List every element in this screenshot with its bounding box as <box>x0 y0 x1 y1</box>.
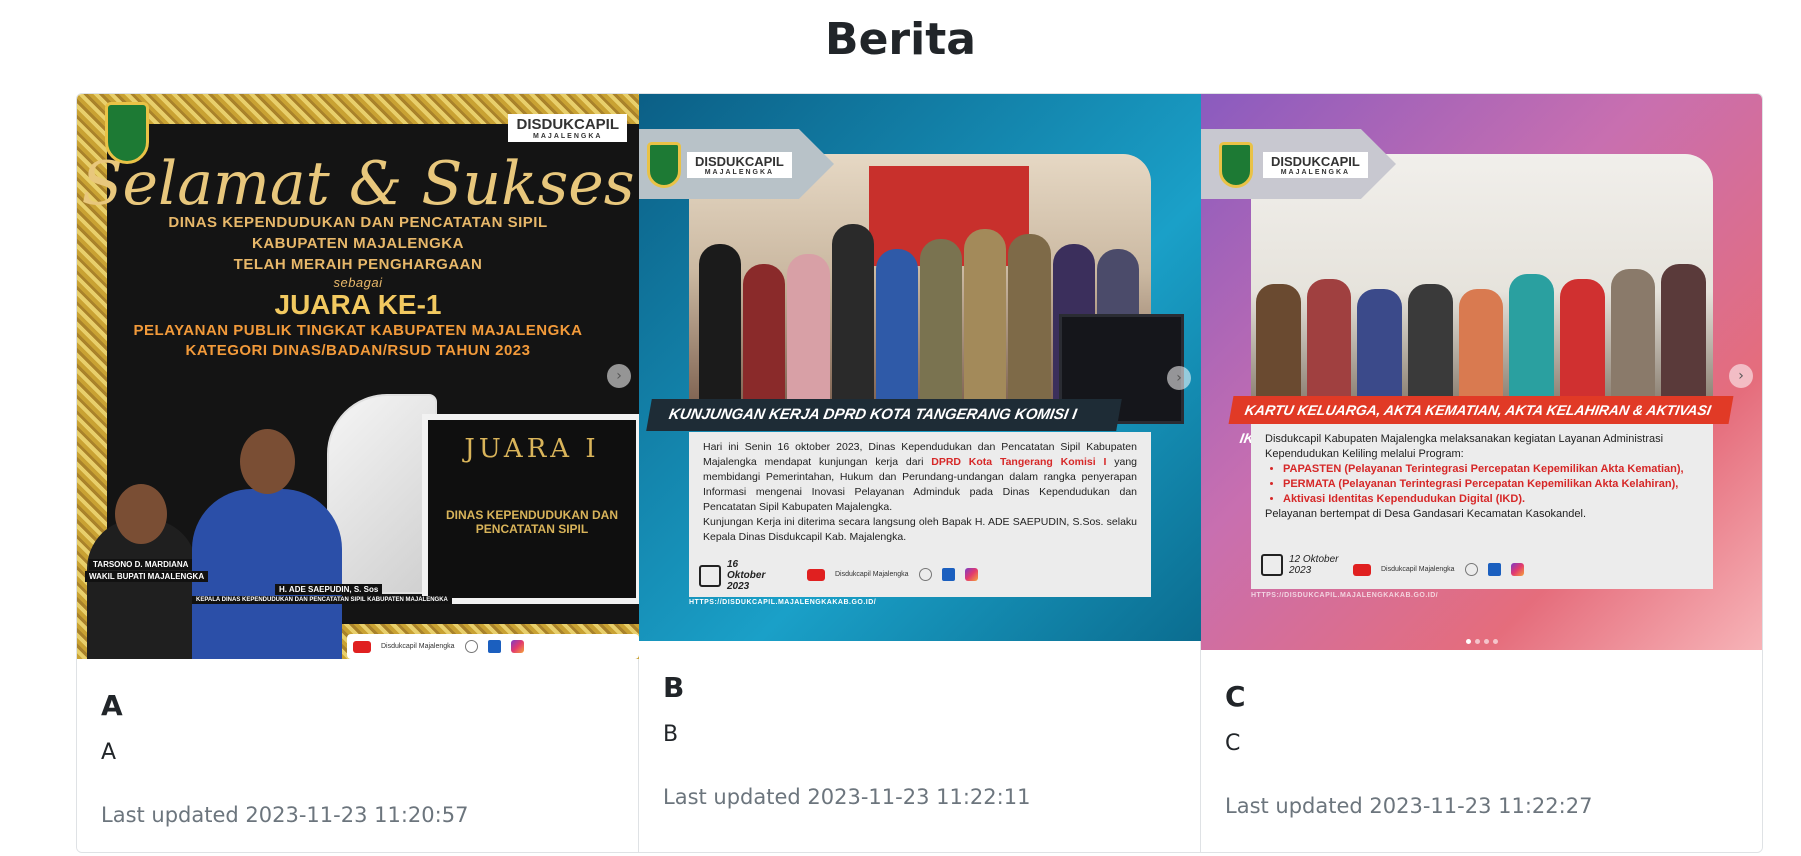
social-links: Disdukcapil Majalengka <box>1353 563 1524 576</box>
social-links: Disdukcapil Majalengka <box>353 640 524 653</box>
facebook-icon <box>941 568 955 581</box>
poster-line: DINAS KEPENDUDUKAN DAN PENCATATAN SIPIL <box>168 214 548 231</box>
program-item: PERMATA (Pelayanan Terintegrasi Percepat… <box>1283 477 1699 492</box>
card-title: B <box>663 671 685 704</box>
card-body: B B Last updated 2023-11-23 11:22:11 <box>639 641 1200 809</box>
plaque-subtitle: DINAS KEPENDUDUKAN DAN PENCATATAN SIPIL <box>445 508 618 536</box>
poster-line: PELAYANAN PUBLIK TINGKAT KABUPATEN MAJAL… <box>133 322 583 339</box>
poster-headline: KUNJUNGAN KERJA DPRD KOTA TANGERANG KOMI… <box>646 399 1122 431</box>
instagram-icon <box>510 640 524 653</box>
person-head <box>240 429 295 494</box>
program-item: PAPASTEN (Pelayanan Terintegrasi Percepa… <box>1283 462 1699 477</box>
trophy-image <box>327 394 437 594</box>
disdukcapil-logo: DISDUKCAPIL MAJALENGKA <box>1263 152 1368 178</box>
poster-footer: 16 Oktober 2023 Disdukcapil Majalengka <box>689 554 1151 594</box>
carousel-indicator[interactable] <box>1484 639 1489 644</box>
news-card-b[interactable]: DISDUKCAPIL MAJALENGKA KUNJUNGAN KERJA DP… <box>639 94 1201 852</box>
poster-headline: KARTU KELUARGA, AKTA KEMATIAN, AKTA KELA… <box>1228 396 1734 446</box>
date-text: 16 Oktober 2023 <box>727 559 766 592</box>
carousel-next-icon[interactable]: › <box>1729 364 1753 388</box>
globe-icon <box>464 640 478 653</box>
program-item: Aktivasi Identitas Kependudukan Digital … <box>1283 492 1699 507</box>
globe-icon <box>918 568 932 581</box>
person <box>87 484 197 659</box>
disdukcapil-logo: DISDUKCAPIL MAJALENGKA <box>687 152 792 178</box>
caption-role: WAKIL BUPATI MAJALENGKA <box>85 571 209 582</box>
plaque-title: JUARA I <box>464 434 600 464</box>
poster-line: TELAH MERAIH PENGHARGAAN <box>233 256 483 273</box>
carousel-indicator[interactable] <box>1493 639 1498 644</box>
poster-url: HTTPS://DISDUKCAPIL.MAJALENGKAKAB.GO.ID/ <box>1251 592 1439 599</box>
poster-footer: Disdukcapil Majalengka <box>347 634 639 659</box>
card-text: B <box>663 722 679 747</box>
card-text: C <box>1225 731 1241 756</box>
last-updated: Last updated 2023-11-23 11:22:27 <box>1225 794 1593 818</box>
poster-footer: 12 Oktober 2023 Disdukcapil Majalengka <box>1251 549 1713 589</box>
disdukcapil-logo: DISDUKCAPIL MAJALENGKA <box>508 114 627 142</box>
carousel-indicator[interactable] <box>1475 639 1480 644</box>
card-title: C <box>1225 680 1246 713</box>
body-text: Disdukcapil Kabupaten Majalengka melaksa… <box>1265 433 1664 460</box>
caption-name: TARSONO D. MARDIANA <box>89 559 193 570</box>
last-updated: Last updated 2023-11-23 11:22:11 <box>663 785 1031 809</box>
carousel-indicators[interactable] <box>1201 639 1762 644</box>
majalengka-logo-icon <box>647 142 681 188</box>
instagram-icon <box>964 568 978 581</box>
news-card-c-image[interactable]: DISDUKCAPIL MAJALENGKA KARTU KELUARGA, AK… <box>1201 94 1762 650</box>
poster-script-title: Selamat & Sukses <box>81 149 635 219</box>
card-body: C C Last updated 2023-11-23 11:22:27 <box>1201 650 1762 818</box>
carousel-indicator[interactable] <box>1466 639 1471 644</box>
majalengka-logo-icon <box>1219 142 1253 188</box>
globe-icon <box>1464 563 1478 576</box>
body-text: Kunjungan Kerja ini diterima secara lang… <box>703 516 1137 543</box>
card-body: A A Last updated 2023-11-23 11:20:57 <box>77 659 638 827</box>
card-title: A <box>101 689 123 722</box>
card-text: A <box>101 740 117 765</box>
poster-date: 12 Oktober 2023 <box>1261 554 1339 576</box>
carousel-next-icon[interactable]: › <box>1167 366 1191 390</box>
news-card-group: DISDUKCAPIL MAJALENGKA Selamat & Sukses D… <box>76 93 1763 853</box>
carousel-next-icon[interactable]: › <box>607 364 631 388</box>
date-text: 12 Oktober 2023 <box>1289 554 1339 576</box>
body-highlight: DPRD Kota Tangerang Komisi I <box>931 456 1107 468</box>
poster-line: KABUPATEN MAJALENGKA <box>252 235 464 252</box>
poster-line: KATEGORI DINAS/BADAN/RSUD TAHUN 2023 <box>185 342 531 359</box>
facebook-icon <box>487 640 501 653</box>
youtube-icon <box>353 640 371 653</box>
youtube-label: Disdukcapil Majalengka <box>1381 566 1455 573</box>
person-head <box>115 484 167 544</box>
last-updated: Last updated 2023-11-23 11:20:57 <box>101 803 469 827</box>
body-text: Pelayanan bertempat di Desa Gandasari Ke… <box>1265 508 1587 520</box>
social-links: Disdukcapil Majalengka <box>807 568 978 581</box>
instagram-icon <box>1510 563 1524 576</box>
youtube-icon <box>1353 563 1371 576</box>
youtube-label: Disdukcapil Majalengka <box>835 571 909 578</box>
calendar-icon <box>1261 554 1283 576</box>
youtube-icon <box>807 568 825 581</box>
person <box>192 429 342 659</box>
news-card-b-image[interactable]: DISDUKCAPIL MAJALENGKA KUNJUNGAN KERJA DP… <box>639 94 1201 641</box>
news-card-a[interactable]: DISDUKCAPIL MAJALENGKA Selamat & Sukses D… <box>77 94 639 852</box>
facebook-icon <box>1487 563 1501 576</box>
caption-name: H. ADE SAEPUDIN, S. Sos <box>275 584 383 595</box>
poster-line: sebagai <box>333 275 383 290</box>
page-title: Berita <box>825 14 976 65</box>
news-card-c[interactable]: DISDUKCAPIL MAJALENGKA KARTU KELUARGA, AK… <box>1201 94 1762 852</box>
poster-date: 16 Oktober 2023 <box>699 559 777 592</box>
poster-url: HTTPS://DISDUKCAPIL.MAJALENGKAKAB.GO.ID/ <box>689 599 877 606</box>
group-of-people <box>1256 249 1707 399</box>
news-card-a-image[interactable]: DISDUKCAPIL MAJALENGKA Selamat & Sukses D… <box>77 94 639 659</box>
plaque-image: JUARA I DINAS KEPENDUDUKAN DAN PENCATATA… <box>422 414 639 604</box>
youtube-label: Disdukcapil Majalengka <box>381 643 455 650</box>
caption-role: KEPALA DINAS KEPENDUDUKAN DAN PENCATATAN… <box>192 596 452 604</box>
poster-juara: JUARA KE-1 <box>274 289 442 320</box>
calendar-icon <box>699 564 721 587</box>
